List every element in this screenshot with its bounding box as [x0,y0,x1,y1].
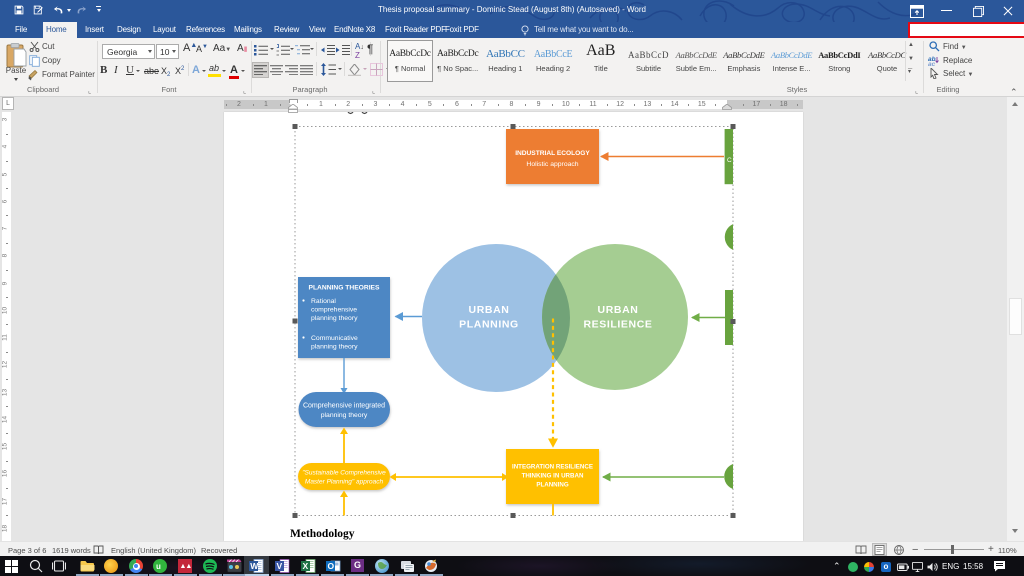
svg-text:THINKING IN URBAN: THINKING IN URBAN [522,473,584,480]
svg-text:Holistic approach: Holistic approach [526,161,578,168]
svg-text:C: C [727,157,732,164]
svg-text:INTEGRATION RESILIENCE: INTEGRATION RESILIENCE [512,464,593,471]
svg-text:W: W [250,561,259,571]
svg-text:URBAN: URBAN [469,304,510,316]
svg-text:PLANNING: PLANNING [536,482,568,489]
svg-text:ac: ac [928,61,936,66]
svg-text:"Sustainable Comprehensive: "Sustainable Comprehensive [302,470,386,477]
svg-text:comprehensive: comprehensive [311,307,357,314]
svg-text:RESILIENCE: RESILIENCE [583,319,652,331]
svg-text:PLANNING: PLANNING [459,319,519,331]
svg-text:planning theory: planning theory [321,412,368,419]
svg-text:X: X [303,561,309,571]
svg-text:INDUSTRIAL ECOLOGY: INDUSTRIAL ECOLOGY [515,150,590,157]
svg-text:Master Planning" approach: Master Planning" approach [305,479,384,486]
svg-text:Comprehensive integrated: Comprehensive integrated [303,403,385,410]
svg-text:planning theory: planning theory [311,315,358,322]
svg-text:O: O [328,561,335,571]
svg-text:V: V [277,561,283,571]
svg-text:Rational: Rational [311,298,336,305]
svg-text:PLANNING THEORIES: PLANNING THEORIES [309,285,381,292]
svg-text:planning theory: planning theory [311,344,358,351]
svg-text:Methodology: Methodology [290,528,355,540]
svg-text:URBAN: URBAN [598,304,639,316]
svg-text:Communicative: Communicative [311,335,358,342]
